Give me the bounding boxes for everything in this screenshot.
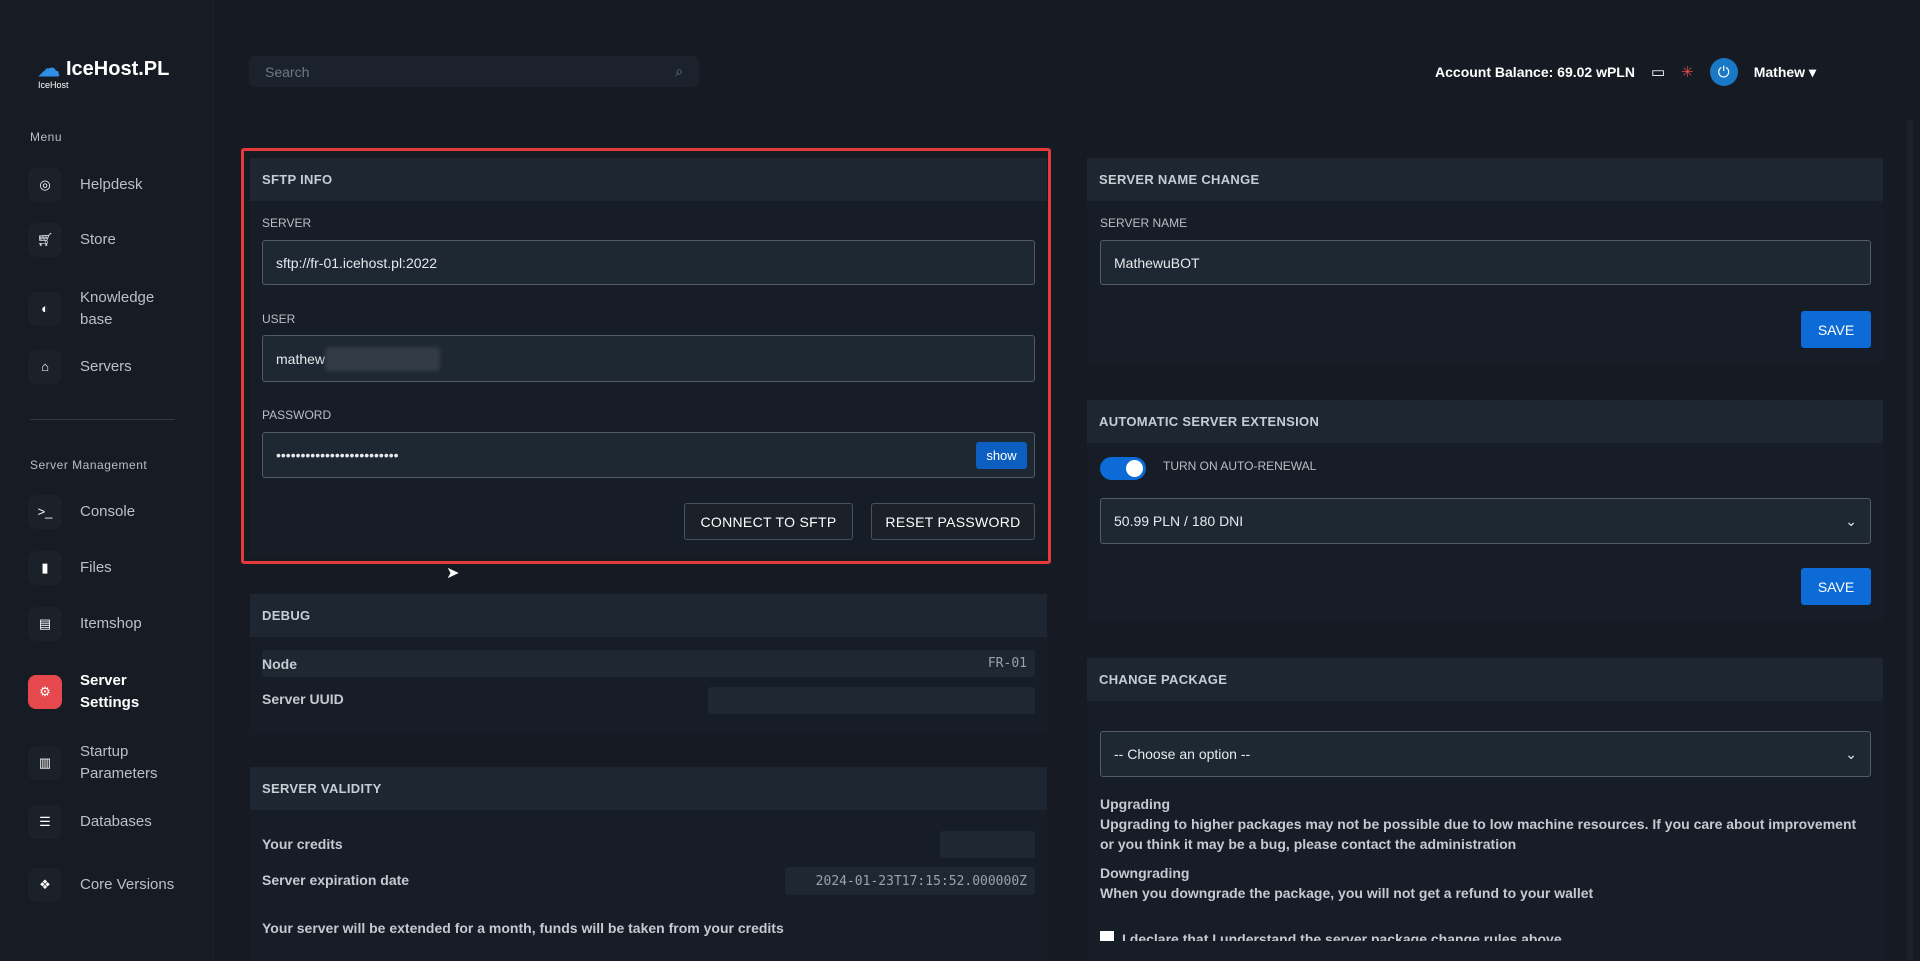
terminal-icon: >_: [28, 495, 62, 529]
debug-title: DEBUG: [250, 594, 1047, 637]
change-package-title: CHANGE PACKAGE: [1087, 658, 1883, 701]
shop-icon: ▤: [28, 607, 62, 641]
auto-renewal-toggle[interactable]: [1100, 457, 1146, 480]
node-row: Node FR-01: [262, 650, 1035, 677]
auto-extension-title: AUTOMATIC SERVER EXTENSION: [1087, 400, 1883, 443]
sidebar-item-databases[interactable]: ☰ Databases: [28, 805, 152, 839]
credits-label: Your credits: [262, 836, 343, 852]
server-field[interactable]: sftp://fr-01.icehost.pl:2022: [262, 240, 1035, 285]
sidebar-item-helpdesk[interactable]: ◎ Helpdesk: [28, 168, 143, 202]
database-icon: ☰: [28, 805, 62, 839]
logo[interactable]: ☁ IceHost.PL: [38, 56, 169, 82]
redacted-blur: [325, 346, 441, 371]
auto-renewal-label: TURN ON AUTO-RENEWAL: [1163, 459, 1317, 473]
show-password-button[interactable]: show: [976, 442, 1027, 469]
avatar[interactable]: ⏻: [1709, 58, 1738, 86]
chevron-down-icon: ⌄: [1845, 745, 1857, 762]
gear-icon: ⚙: [28, 675, 62, 709]
expiration-label: Server expiration date: [262, 872, 410, 888]
declare-checkbox-row[interactable]: I declare that I understand the server p…: [1100, 931, 1562, 941]
cart-icon: 🛒︎: [28, 223, 62, 257]
sidebar-item-server-settings[interactable]: ⚙ Server Settings: [28, 670, 178, 714]
save-name-button[interactable]: SAVE: [1801, 311, 1871, 348]
search-icon: ⌕: [675, 63, 683, 79]
home-icon: ⌂: [28, 350, 62, 384]
server-label: SERVER: [262, 216, 312, 230]
expiration-value: 2024-01-23T17:15:52.000000Z: [785, 867, 1035, 895]
topbar-right: Account Balance: 69.02 wPLN ▭ ✳ ⏻ Mathew…: [1435, 58, 1816, 86]
password-field[interactable]: •••••••••••••••••••••••••: [262, 432, 1035, 478]
sidebar-item-files[interactable]: ▮ Files: [28, 551, 112, 585]
uuid-label: Server UUID: [262, 691, 344, 707]
user-menu[interactable]: Mathew ▾: [1754, 64, 1816, 81]
search-input[interactable]: Search ⌕: [249, 56, 699, 87]
package-rules: Upgrading Upgrading to higher packages m…: [1100, 796, 1857, 901]
package-select[interactable]: -- Choose an option -- ⌄: [1100, 731, 1871, 777]
chevron-down-icon: ⌄: [1845, 512, 1857, 529]
server-name-field[interactable]: MathewuBOT: [1100, 240, 1871, 285]
sftp-title: SFTP INFO: [250, 158, 1047, 201]
sidebar-item-core-versions[interactable]: ❖ Core Versions: [28, 868, 178, 902]
logo-subtext: IceHost: [38, 80, 69, 90]
cube-icon: ❖: [28, 868, 62, 902]
lifebuoy-icon: ◎: [28, 168, 62, 202]
save-renewal-button[interactable]: SAVE: [1801, 568, 1871, 605]
sidebar-item-store[interactable]: 🛒︎ Store: [28, 223, 116, 257]
account-balance: Account Balance: 69.02 wPLN: [1435, 64, 1635, 80]
name-change-title: SERVER NAME CHANGE: [1087, 158, 1883, 201]
file-icon: ▮: [28, 551, 62, 585]
user-label: USER: [262, 312, 296, 326]
validity-note: Your server will be extended for a month…: [262, 920, 784, 936]
server-management-heading: Server Management: [30, 458, 148, 472]
scrollbar[interactable]: [1907, 120, 1913, 960]
sidebar-item-startup-parameters[interactable]: ▥ Startup Parameters: [28, 741, 178, 785]
sliders-icon: ▥: [28, 746, 62, 780]
user-field[interactable]: mathew: [262, 335, 1035, 382]
sidebar-divider: [30, 419, 175, 420]
uuid-value: [708, 687, 1035, 714]
credits-value: [940, 831, 1035, 858]
connect-sftp-button[interactable]: CONNECT TO SFTP: [684, 503, 853, 540]
renewal-period-select[interactable]: 50.99 PLN / 180 DNI ⌄: [1100, 498, 1871, 544]
declare-checkbox[interactable]: [1100, 931, 1114, 941]
brain-icon: ◐: [28, 292, 62, 326]
cloud-icon: ☁: [38, 56, 60, 81]
wallet-icon[interactable]: ▭: [1651, 63, 1665, 81]
sidebar-item-servers[interactable]: ⌂ Servers: [28, 350, 132, 384]
mouse-cursor: ➤: [446, 565, 460, 582]
menu-heading: Menu: [30, 130, 63, 144]
sidebar-item-itemshop[interactable]: ▤ Itemshop: [28, 607, 142, 641]
sidebar-item-knowledge-base[interactable]: ◐ Knowledge base: [28, 287, 178, 331]
validity-title: SERVER VALIDITY: [250, 767, 1047, 810]
password-label: PASSWORD: [262, 408, 332, 422]
server-name-label: SERVER NAME: [1100, 216, 1188, 230]
reset-password-button[interactable]: RESET PASSWORD: [871, 503, 1035, 540]
uk-flag-icon[interactable]: ✳: [1681, 63, 1694, 81]
sidebar-item-console[interactable]: >_ Console: [28, 495, 135, 529]
